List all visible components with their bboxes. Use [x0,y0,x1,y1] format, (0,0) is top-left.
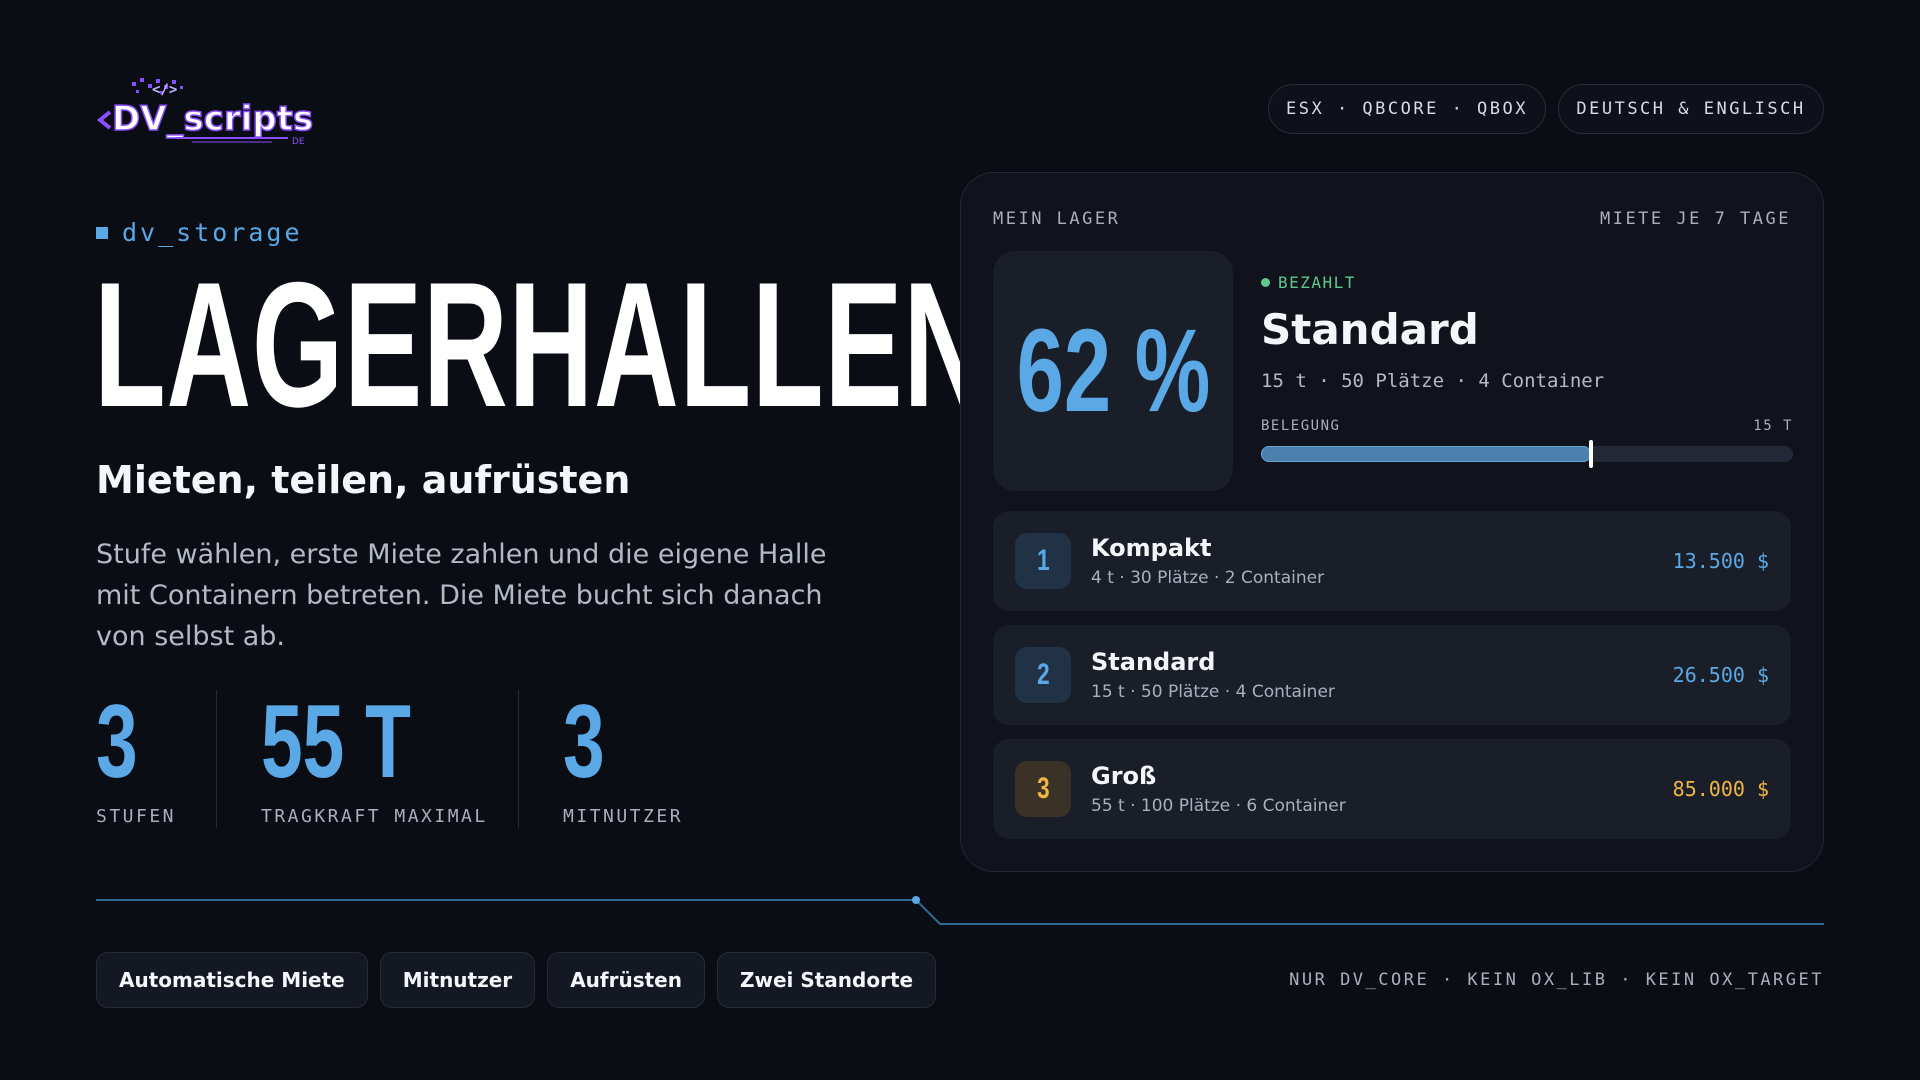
svg-text:DV_scripts: DV_scripts [112,99,313,139]
stat-tiers: 3 STUFEN [96,690,216,828]
square-bullet-icon [96,226,108,239]
feature-list: Automatische Miete Mitnutzer Aufrüsten Z… [96,952,937,1008]
current-tier-info: BEZAHLT Standard 15 t · 50 Plätze · 4 Co… [1261,273,1793,468]
occupancy-bar [1261,440,1793,468]
tier-name: Kompakt [1091,534,1212,562]
current-tier-specs: 15 t · 50 Plätze · 4 Container [1261,370,1605,392]
stat-value: 3 [96,684,138,800]
tier-number-badge: 1 [1015,533,1071,589]
occupancy-bar-marker [1588,440,1593,468]
tier-text: Kompakt 4 t · 30 Plätze · 2 Container [1091,534,1673,588]
occupancy-bar-label: BELEGUNG [1261,418,1341,434]
storage-panel: MEIN LAGER MIETE JE 7 TAGE 62 % BEZAHLT … [960,172,1824,872]
dependency-note: NUR DV_CORE · KEIN OX_LIB · KEIN OX_TARG… [1289,970,1824,990]
tier-row-standard[interactable]: 2 Standard 15 t · 50 Plätze · 4 Containe… [993,625,1791,725]
stat-value: 55 T [261,684,411,800]
rent-period: MIETE JE 7 TAGE [1599,209,1791,229]
panel-title: MEIN LAGER [993,209,1121,229]
panel-header: MEIN LAGER MIETE JE 7 TAGE [993,209,1791,229]
tier-price: 85.000 $ [1672,777,1769,801]
dv-scripts-logo: </> DV_scripts DE [96,76,326,150]
tier-number-badge: 3 [1015,761,1071,817]
tier-specs: 15 t · 50 Plätze · 4 Container [1091,682,1335,702]
stat-label: MITNUTZER [563,806,684,827]
status-dot-icon [1261,278,1270,287]
tier-row-gross[interactable]: 3 Groß 55 t · 100 Plätze · 6 Container 8… [993,739,1791,839]
tier-name: Standard [1091,648,1216,676]
tier-name: Groß [1091,762,1157,790]
svg-text:</>: </> [152,82,177,98]
status-text: BEZAHLT [1278,273,1356,292]
occupancy-percent: 62 % [1016,305,1210,437]
tier-list: 1 Kompakt 4 t · 30 Plätze · 2 Container … [993,511,1791,839]
page: </> DV_scripts DE ESX · QBCORE · QBOX DE… [0,0,1920,1080]
tier-number-badge: 2 [1015,647,1071,703]
stat-label: TRAGKRAFT MAXIMAL [261,806,488,827]
feature-upgrade[interactable]: Aufrüsten [547,952,705,1008]
tier-specs: 55 t · 100 Plätze · 6 Container [1091,796,1346,816]
hero-description: Stufe wählen, erste Miete zahlen und die… [96,539,827,652]
product-eyebrow: dv_storage [96,218,303,247]
hero-subtitle: Mieten, teilen, aufrüsten [96,458,631,502]
feature-co-users[interactable]: Mitnutzer [379,952,536,1008]
stat-label: STUFEN [96,806,177,827]
tier-text: Standard 15 t · 50 Plätze · 4 Container [1091,648,1673,702]
section-divider [96,896,1824,925]
occupancy-bar-fill [1261,446,1591,462]
tier-row-kompakt[interactable]: 1 Kompakt 4 t · 30 Plätze · 2 Container … [993,511,1791,611]
hero-title: LAGERHALLEN [94,245,989,444]
tier-text: Groß 55 t · 100 Plätze · 6 Container [1091,762,1673,816]
occupancy-bar-capacity: 15 T [1753,418,1793,434]
logo-graphic: </> DV_scripts DE [96,78,314,147]
current-tier-name: Standard [1261,305,1479,354]
stat-capacity: 55 T TRAGKRAFT MAXIMAL [216,690,518,828]
stat-co-users: 3 MITNUTZER [518,690,718,828]
svg-text:DE: DE [292,137,305,147]
stat-value: 3 [563,684,605,800]
occupancy-bar-header: BELEGUNG 15 T [1261,418,1793,434]
feature-auto-rent[interactable]: Automatische Miete [96,952,368,1008]
tier-price: 13.500 $ [1672,549,1769,573]
stats-row: 3 STUFEN 55 T TRAGKRAFT MAXIMAL 3 MITNUT… [96,690,718,828]
product-name: dv_storage [122,218,303,247]
tier-specs: 4 t · 30 Plätze · 2 Container [1091,568,1325,588]
languages-badge: DEUTSCH & ENGLISCH [1558,84,1824,134]
status-badge: BEZAHLT [1261,273,1793,292]
frameworks-badge: ESX · QBCORE · QBOX [1268,84,1546,134]
tier-price: 26.500 $ [1672,663,1769,687]
occupancy-box: 62 % [993,251,1233,491]
feature-two-locations[interactable]: Zwei Standorte [716,952,937,1008]
